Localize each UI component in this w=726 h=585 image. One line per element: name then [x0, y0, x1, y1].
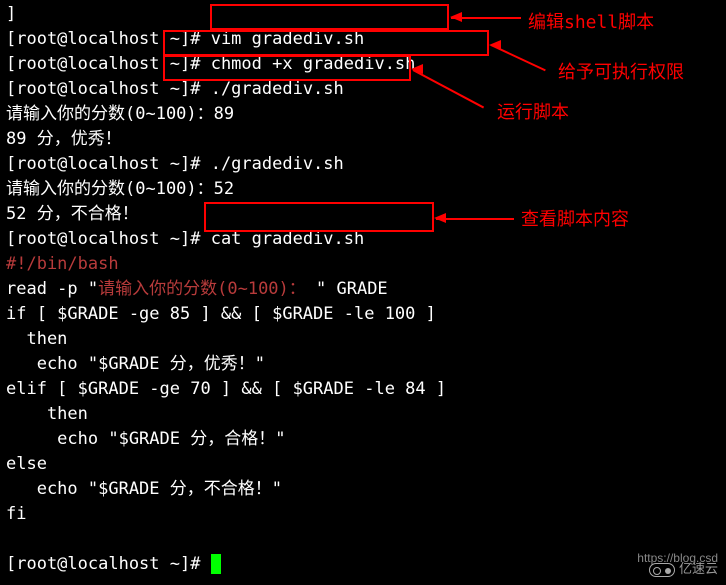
terminal-line: 请输入你的分数(0~100)：52 [6, 177, 726, 202]
terminal-line: echo "$GRADE 分，合格！" [6, 427, 726, 452]
terminal-line: if [ $GRADE -ge 85 ] && [ $GRADE -le 100… [6, 302, 726, 327]
arrow-head-icon [489, 40, 501, 50]
terminal-line: then [6, 327, 726, 352]
terminal-line [6, 527, 726, 552]
cursor-icon [211, 554, 221, 574]
terminal-line: #!/bin/bash [6, 252, 726, 277]
watermark-brand: 亿速云 [649, 556, 718, 581]
terminal-line: else [6, 452, 726, 477]
arrow-head-icon [411, 64, 423, 74]
terminal-line: echo "$GRADE 分，不合格！" [6, 477, 726, 502]
annotation-label: 运行脚本 [497, 100, 569, 125]
terminal-prompt-line[interactable]: [root@localhost ~]# [6, 552, 726, 577]
terminal-line: fi [6, 502, 726, 527]
terminal-line: [root@localhost ~]# ./gradediv.sh [6, 152, 726, 177]
terminal-line: 89 分，优秀！ [6, 127, 726, 152]
terminal-line: echo "$GRADE 分，优秀！" [6, 352, 726, 377]
cloud-logo-icon [649, 563, 675, 577]
arrow-line-icon [436, 218, 514, 220]
terminal-line: elif [ $GRADE -ge 70 ] && [ $GRADE -le 8… [6, 377, 726, 402]
annotation-label: 编辑shell脚本 [528, 10, 654, 35]
annotation-label: 给予可执行权限 [558, 60, 684, 85]
arrow-head-icon [450, 12, 462, 22]
annotation-label: 查看脚本内容 [521, 207, 629, 232]
terminal-line: 请输入你的分数(0~100)：89 [6, 102, 726, 127]
terminal-line: then [6, 402, 726, 427]
arrow-head-icon [434, 213, 446, 223]
terminal-line: read -p "请输入你的分数(0~100)： " GRADE [6, 277, 726, 302]
